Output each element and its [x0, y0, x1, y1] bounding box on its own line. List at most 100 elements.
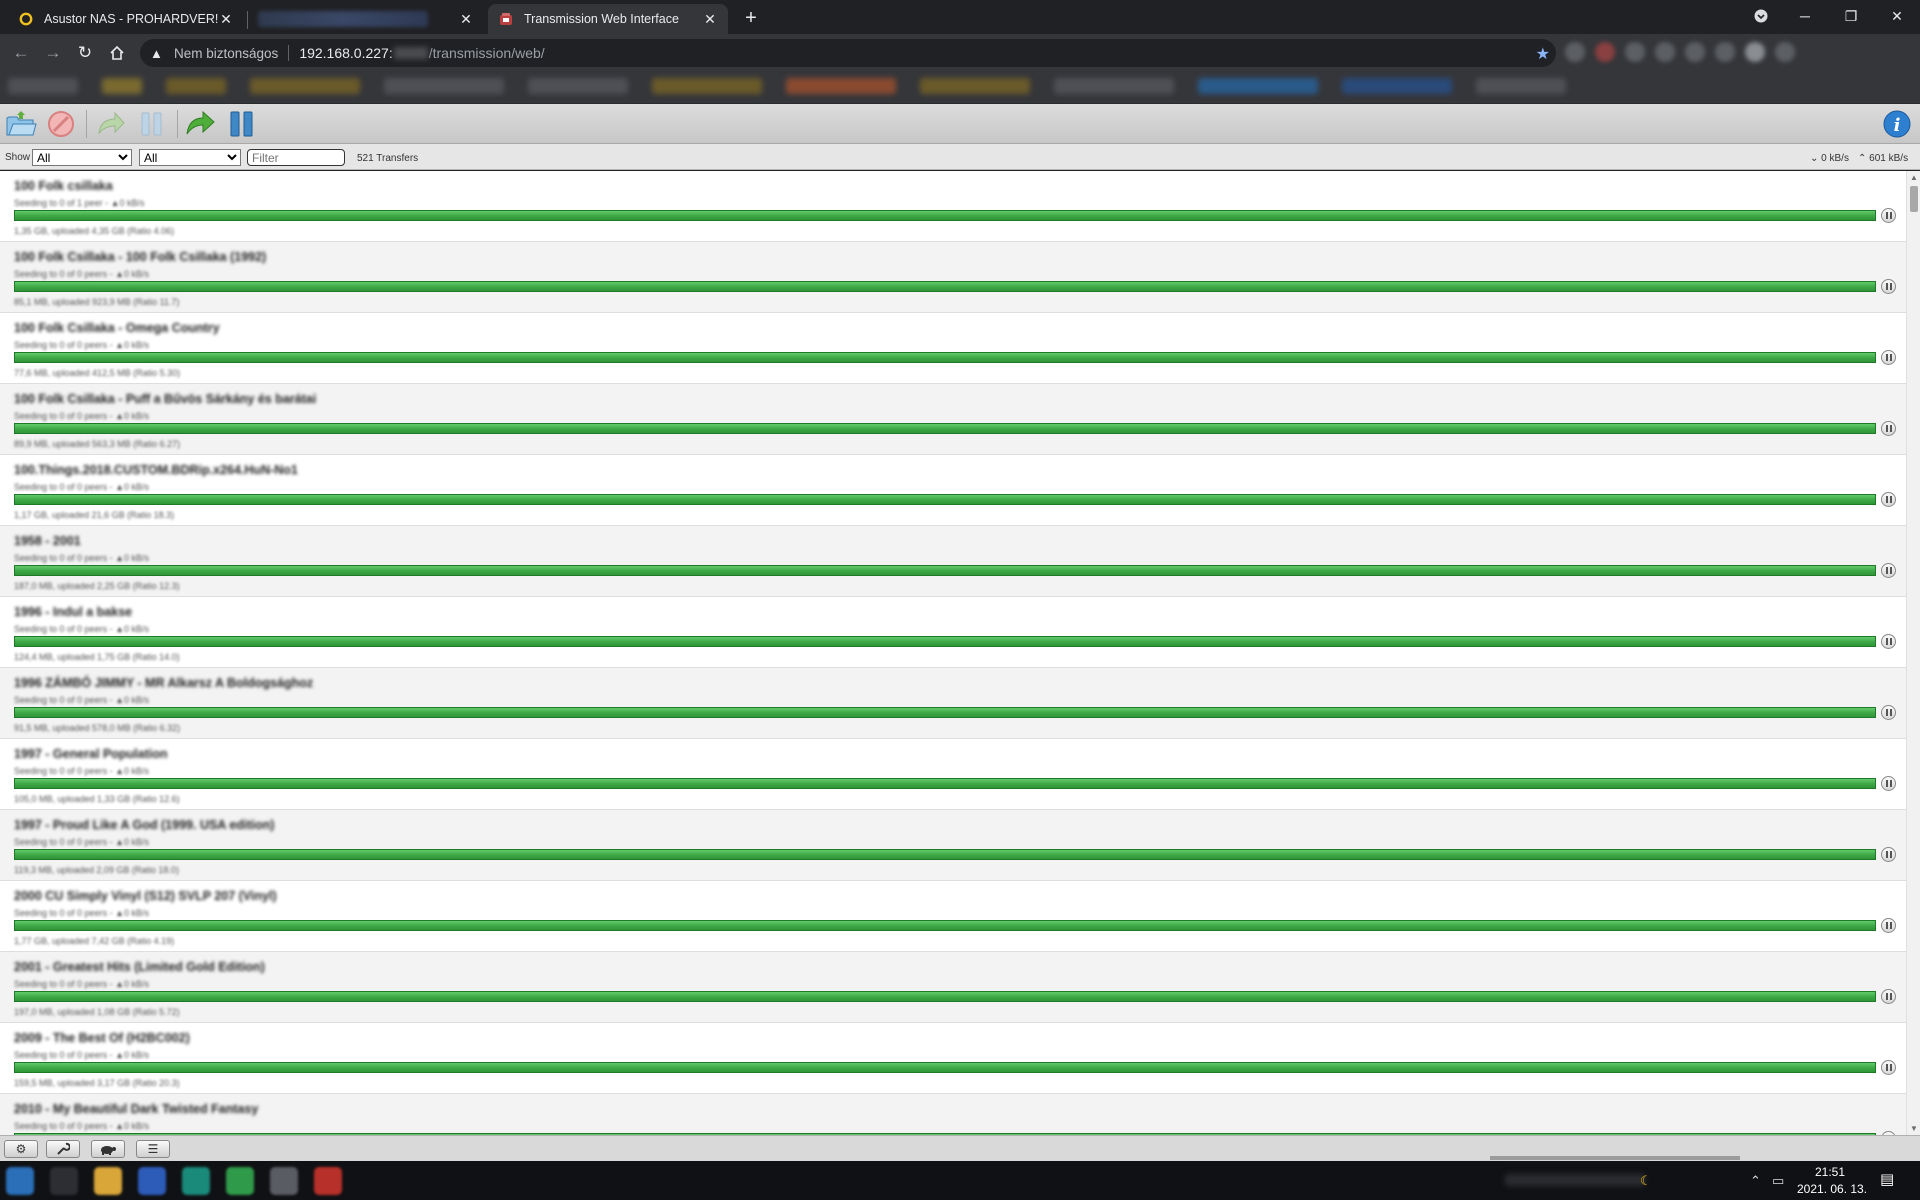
tab-search-icon[interactable]	[1738, 0, 1784, 32]
torrent-row[interactable]: 1996 ZÁMBÓ JIMMY - MR Alkarsz A Boldogsá…	[0, 668, 1906, 739]
torrent-pause-icon[interactable]	[1881, 350, 1896, 365]
torrent-pause-icon[interactable]	[1881, 492, 1896, 507]
tab-close-icon[interactable]: ✕	[702, 11, 718, 28]
bookmark-item[interactable]	[102, 78, 142, 94]
home-icon[interactable]	[104, 40, 130, 66]
tab-close-icon[interactable]: ✕	[218, 11, 234, 28]
tab-asustor[interactable]: Asustor NAS - PROHARDVER! Hc ✕	[8, 4, 244, 34]
tab-hidden[interactable]: ✕	[248, 4, 484, 34]
bookmark-item[interactable]	[8, 78, 78, 94]
torrent-row[interactable]: 100 Folk Csillaka - Omega Country Seeding…	[0, 313, 1906, 384]
preferences-wrench-icon[interactable]	[46, 1140, 80, 1158]
tab-transmission[interactable]: Transmission Web Interface ✕	[488, 4, 728, 34]
start-icon[interactable]	[6, 1167, 34, 1195]
torrent-row[interactable]: 1996 - Indul a bakse Seeding to 0 of 0 pe…	[0, 597, 1906, 668]
clock-date[interactable]: 2021. 06. 13.	[1797, 1182, 1867, 1196]
scroll-up-icon[interactable]: ▲	[1910, 173, 1918, 182]
tracker-filter-select[interactable]: All	[139, 149, 241, 166]
torrent-row[interactable]: 100 Folk csillaka Seeding to 0 of 1 peer …	[0, 171, 1906, 242]
network-icon[interactable]: ▭	[1772, 1173, 1784, 1189]
horizontal-scroll-indicator[interactable]	[1490, 1156, 1740, 1160]
back-icon[interactable]: ←	[8, 40, 34, 66]
resume-all-icon[interactable]	[184, 109, 216, 139]
reload-icon[interactable]: ↻	[72, 40, 98, 66]
edge-icon[interactable]	[182, 1167, 210, 1195]
extension-icon[interactable]	[1625, 42, 1645, 62]
pause-all-icon[interactable]	[226, 109, 258, 139]
torrent-pause-icon[interactable]	[1881, 847, 1896, 862]
extension-icon[interactable]	[1565, 42, 1585, 62]
torrent-row[interactable]: 2009 - The Best Of (H2BC002) Seeding to 0…	[0, 1023, 1906, 1094]
scroll-thumb[interactable]	[1910, 186, 1918, 212]
list-scrollbar[interactable]: ▲ ▼	[1906, 171, 1920, 1135]
torrent-pause-icon[interactable]	[1881, 1060, 1896, 1075]
close-window-icon[interactable]: ✕	[1874, 0, 1920, 32]
torrent-pause-icon[interactable]	[1881, 776, 1896, 791]
pause-selected-icon[interactable]	[136, 109, 168, 139]
torrent-pause-icon[interactable]	[1881, 208, 1896, 223]
torrent-row[interactable]: 100 Folk Csillaka - Puff a Bűvös Sárkány…	[0, 384, 1906, 455]
extension-icon[interactable]	[1595, 42, 1615, 62]
bookmark-item[interactable]	[166, 78, 226, 94]
torrent-pause-icon[interactable]	[1881, 634, 1896, 649]
taskbar-app-icon[interactable]	[226, 1167, 254, 1195]
torrent-pause-icon[interactable]	[1881, 421, 1896, 436]
torrent-row[interactable]: 1958 - 2001 Seeding to 0 of 0 peers - ▲0 …	[0, 526, 1906, 597]
turtle-speed-icon[interactable]	[91, 1140, 125, 1158]
bookmark-item[interactable]	[384, 78, 504, 94]
warning-icon[interactable]: ▲	[150, 46, 166, 61]
weather-moon-icon[interactable]: ☾	[1640, 1173, 1652, 1189]
bookmark-item[interactable]	[528, 78, 628, 94]
torrent-pause-icon[interactable]	[1881, 705, 1896, 720]
torrent-row[interactable]: 2001 - Greatest Hits (Limited Gold Editi…	[0, 952, 1906, 1023]
tray-chevron-icon[interactable]: ⌃	[1750, 1173, 1761, 1189]
address-bar[interactable]: ▲ Nem biztonságos 192.168.0.227: /transm…	[140, 39, 1556, 67]
bookmark-item[interactable]	[1198, 78, 1318, 94]
settings-gear-icon[interactable]: ⚙	[4, 1140, 38, 1158]
torrent-row[interactable]: 100.Things.2018.CUSTOM.BDRip.x264.HuN-No…	[0, 455, 1906, 526]
taskbar-app-icon[interactable]	[314, 1167, 342, 1195]
torrent-pause-icon[interactable]	[1881, 279, 1896, 294]
resume-selected-icon[interactable]	[95, 109, 127, 139]
torrent-row[interactable]: 1997 - Proud Like A God (1999. USA editi…	[0, 810, 1906, 881]
not-secure-label[interactable]: Nem biztonságos	[174, 46, 278, 61]
extension-icon[interactable]	[1655, 42, 1675, 62]
extension-icon[interactable]	[1685, 42, 1705, 62]
torrent-pause-icon[interactable]	[1881, 918, 1896, 933]
torrent-row[interactable]: 2000 CU Simply Vinyl (S12) SVLP 207 (Vin…	[0, 881, 1906, 952]
bookmark-item[interactable]	[250, 78, 360, 94]
bookmark-item[interactable]	[1054, 78, 1174, 94]
file-explorer-icon[interactable]	[94, 1167, 122, 1195]
search-icon[interactable]	[50, 1167, 78, 1195]
notification-icon[interactable]: ▤	[1880, 1170, 1894, 1188]
open-torrent-icon[interactable]	[5, 109, 37, 139]
minimize-icon[interactable]: ─	[1782, 0, 1828, 32]
chrome-icon[interactable]	[270, 1167, 298, 1195]
bookmark-item[interactable]	[786, 78, 896, 94]
new-tab-button[interactable]: +	[738, 6, 764, 32]
scroll-down-icon[interactable]: ▼	[1910, 1124, 1918, 1133]
state-filter-select[interactable]: All	[32, 149, 132, 166]
bookmark-item[interactable]	[1342, 78, 1452, 94]
bookmark-item[interactable]	[652, 78, 762, 94]
torrent-row[interactable]: 100 Folk Csillaka - 100 Folk Csillaka (1…	[0, 242, 1906, 313]
forward-icon[interactable]: →	[40, 40, 66, 66]
torrent-row[interactable]: 1997 - General Population Seeding to 0 of…	[0, 739, 1906, 810]
tab-close-icon[interactable]: ✕	[458, 11, 474, 28]
torrent-pause-icon[interactable]	[1881, 989, 1896, 1004]
remove-torrent-icon[interactable]	[45, 109, 77, 139]
bookmark-item[interactable]	[1476, 78, 1566, 94]
torrent-pause-icon[interactable]	[1881, 563, 1896, 578]
bookmark-star-icon[interactable]: ★	[1536, 44, 1550, 64]
info-icon[interactable]: i	[1881, 109, 1913, 139]
menu-icon[interactable]	[1775, 42, 1795, 62]
taskbar-app-icon[interactable]	[138, 1167, 166, 1195]
torrent-row[interactable]: 2010 - My Beautiful Dark Twisted Fantasy…	[0, 1094, 1906, 1135]
profile-avatar[interactable]	[1745, 42, 1765, 62]
clock-time[interactable]: 21:51	[1815, 1165, 1845, 1179]
extension-icon[interactable]	[1715, 42, 1735, 62]
compact-view-icon[interactable]: ☰	[136, 1140, 170, 1158]
filter-input[interactable]	[247, 149, 345, 166]
restore-icon[interactable]: ❐	[1828, 0, 1874, 32]
bookmark-item[interactable]	[920, 78, 1030, 94]
